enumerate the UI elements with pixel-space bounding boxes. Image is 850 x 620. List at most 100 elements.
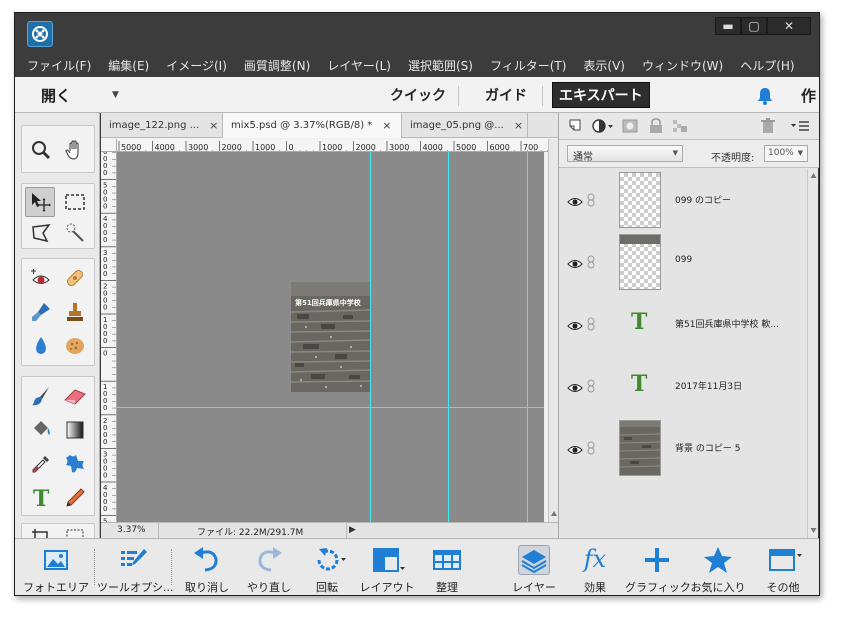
bottom-taskbar: フォトエリア ツールオプシ... 取り消し やり直し 回転 レイアウト 整理 レ…: [15, 538, 819, 595]
menu-edit[interactable]: 編集(E): [108, 57, 149, 74]
menu-enhance[interactable]: 画質調整(N): [244, 57, 310, 74]
document-tab[interactable]: image_122.png ... ×: [101, 113, 223, 138]
layer-link-icon[interactable]: [587, 254, 595, 273]
visibility-eye-icon[interactable]: [567, 379, 583, 398]
move-tool-icon[interactable]: [25, 187, 55, 217]
close-button[interactable]: ✕: [767, 17, 811, 35]
undo-button[interactable]: 取り消し: [175, 539, 239, 595]
opacity-field[interactable]: 100% ▼: [764, 145, 808, 162]
menu-layer[interactable]: レイヤー(L): [327, 57, 391, 74]
type-tool-icon[interactable]: T: [26, 483, 56, 513]
status-menu-arrow-icon[interactable]: ▶: [349, 525, 356, 535]
horizontal-ruler: 5000 4000 3000 2000 1000 0 1000 2000 3000 4000 500…: [117, 139, 548, 152]
chevron-down-icon[interactable]: ▼: [798, 149, 803, 157]
guide-line-vertical[interactable]: [370, 152, 371, 522]
sponge-tool-icon[interactable]: [60, 331, 90, 361]
lock-transparency-icon[interactable]: [671, 118, 689, 134]
eyedropper-icon[interactable]: [26, 449, 56, 479]
layer-name: 2017年11月3日: [675, 382, 743, 392]
favorites-button[interactable]: お気に入り: [687, 539, 749, 595]
layer-row[interactable]: T 2017年11月3日: [559, 355, 807, 417]
rotate-button[interactable]: 回転: [299, 539, 355, 595]
layer-name: 099 のコピー: [675, 196, 732, 206]
layer-link-icon[interactable]: [587, 192, 595, 211]
guide-line-vertical[interactable]: [448, 152, 449, 522]
custom-shape-icon[interactable]: [60, 449, 90, 479]
menu-help[interactable]: ヘルプ(H): [740, 57, 794, 74]
visibility-eye-icon[interactable]: [567, 317, 583, 336]
lasso-tool-icon[interactable]: [26, 218, 56, 248]
healing-brush-icon[interactable]: [60, 263, 90, 293]
delete-layer-icon[interactable]: [759, 118, 777, 134]
menu-image[interactable]: イメージ(I): [166, 57, 227, 74]
rectangular-marquee-icon[interactable]: [60, 187, 90, 217]
zoom-tool-icon[interactable]: [26, 135, 56, 165]
layer-link-icon[interactable]: [587, 440, 595, 459]
organize-button[interactable]: 整理: [419, 539, 475, 595]
layer-link-icon[interactable]: [587, 316, 595, 335]
mode-quick-tab[interactable]: クイック: [390, 85, 446, 105]
visibility-eye-icon[interactable]: [567, 255, 583, 274]
layer-mask-icon[interactable]: [621, 118, 639, 134]
open-button[interactable]: 開く: [41, 85, 71, 106]
menu-window[interactable]: ウィンドウ(W): [642, 57, 723, 74]
menu-select[interactable]: 選択範囲(S): [408, 57, 473, 74]
menu-view[interactable]: 表示(V): [583, 57, 625, 74]
quick-selection-icon[interactable]: [60, 218, 90, 248]
visibility-eye-icon[interactable]: [567, 193, 583, 212]
crop-tool-icon[interactable]: [26, 526, 56, 538]
gradient-tool-icon[interactable]: [60, 415, 90, 445]
menu-file[interactable]: ファイル(F): [27, 57, 91, 74]
blend-mode-select[interactable]: 通常 ▼: [567, 145, 683, 163]
document-tab[interactable]: image_05.png @... ×: [402, 113, 528, 138]
layers-panel-button[interactable]: レイヤー: [507, 539, 561, 595]
paint-bucket-icon[interactable]: [26, 415, 56, 445]
tab-close-icon[interactable]: ×: [514, 119, 523, 132]
open-dropdown-icon[interactable]: ▼: [112, 90, 119, 100]
layer-row[interactable]: 背景 のコピー 5: [559, 417, 807, 479]
tool-options-button[interactable]: ツールオプシ...: [97, 539, 174, 595]
smart-brush-icon[interactable]: [26, 297, 56, 327]
brush-tool-icon[interactable]: [26, 381, 56, 411]
layer-link-icon[interactable]: [587, 378, 595, 397]
photo-bin-button[interactable]: フォトエリア: [21, 539, 91, 595]
favorites-label: お気に入り: [690, 581, 746, 594]
image-canvas[interactable]: 第51回兵庫県中学校: [117, 152, 544, 522]
layers-scrollbar[interactable]: [807, 169, 818, 538]
layer-row[interactable]: 099 のコピー: [559, 169, 807, 231]
clone-stamp-icon[interactable]: [60, 297, 90, 327]
menu-filter[interactable]: フィルター(T): [490, 57, 566, 74]
canvas-vertical-scrollbar[interactable]: [548, 139, 558, 522]
new-layer-icon[interactable]: [567, 118, 585, 134]
zoom-level[interactable]: 3.37%: [101, 523, 159, 538]
blur-tool-icon[interactable]: [26, 331, 56, 361]
adjustment-layer-icon[interactable]: [591, 118, 615, 134]
tab-close-icon[interactable]: ×: [209, 119, 218, 132]
panel-menu-icon[interactable]: [789, 118, 813, 134]
redo-button[interactable]: やり直し: [237, 539, 301, 595]
hand-tool-icon[interactable]: [60, 135, 90, 165]
mode-expert-tab[interactable]: エキスパート: [552, 82, 650, 108]
mode-guided-tab[interactable]: ガイド: [485, 85, 527, 105]
more-button[interactable]: その他: [753, 539, 813, 595]
document-image[interactable]: 第51回兵庫県中学校: [291, 282, 370, 392]
layer-row[interactable]: 099: [559, 231, 807, 293]
create-button[interactable]: 作: [801, 85, 816, 106]
minimize-button[interactable]: ▬: [715, 17, 741, 35]
guide-line-horizontal[interactable]: [117, 407, 544, 408]
visibility-eye-icon[interactable]: [567, 441, 583, 460]
layer-row[interactable]: T 第51回兵庫県中学校 軟...: [559, 293, 807, 355]
pencil-tool-icon[interactable]: [60, 483, 90, 513]
recompose-tool-icon[interactable]: [60, 526, 90, 538]
graphics-button[interactable]: グラフィック: [625, 539, 691, 595]
eraser-tool-icon[interactable]: [60, 381, 90, 411]
lock-all-icon[interactable]: [647, 118, 665, 134]
notification-bell-icon[interactable]: [755, 86, 775, 106]
effects-button[interactable]: fx 効果: [567, 539, 623, 595]
layout-button[interactable]: レイアウト: [355, 539, 419, 595]
tab-close-icon[interactable]: ×: [382, 119, 391, 132]
red-eye-tool-icon[interactable]: [26, 263, 56, 293]
guide-line-vertical[interactable]: [527, 152, 528, 522]
maximize-button[interactable]: ▢: [741, 17, 767, 35]
document-tab-active[interactable]: mix5.psd @ 3.37%(RGB/8) * ×: [223, 113, 402, 138]
